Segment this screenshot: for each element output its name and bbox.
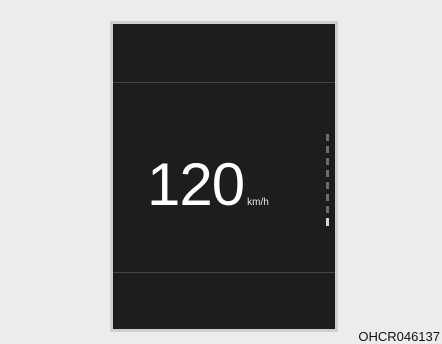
- speed-readout: 120 km/h: [147, 155, 269, 215]
- scale-tick: [326, 170, 329, 177]
- scale-tick: [326, 194, 329, 201]
- scale-tick: [326, 146, 329, 153]
- scale-tick: [326, 218, 329, 226]
- scale-tick: [326, 134, 329, 141]
- scale-tick: [326, 158, 329, 165]
- top-divider: [113, 82, 335, 83]
- figure-code: OHCR046137: [358, 329, 440, 344]
- scale-tick: [326, 206, 329, 213]
- speed-scale-indicator: [326, 134, 330, 230]
- speed-unit: km/h: [247, 197, 269, 208]
- cluster-screen: 120 km/h: [113, 24, 335, 329]
- bottom-divider: [113, 272, 335, 273]
- display-frame: 120 km/h: [110, 21, 338, 332]
- scale-tick: [326, 182, 329, 189]
- speed-value: 120: [147, 151, 245, 218]
